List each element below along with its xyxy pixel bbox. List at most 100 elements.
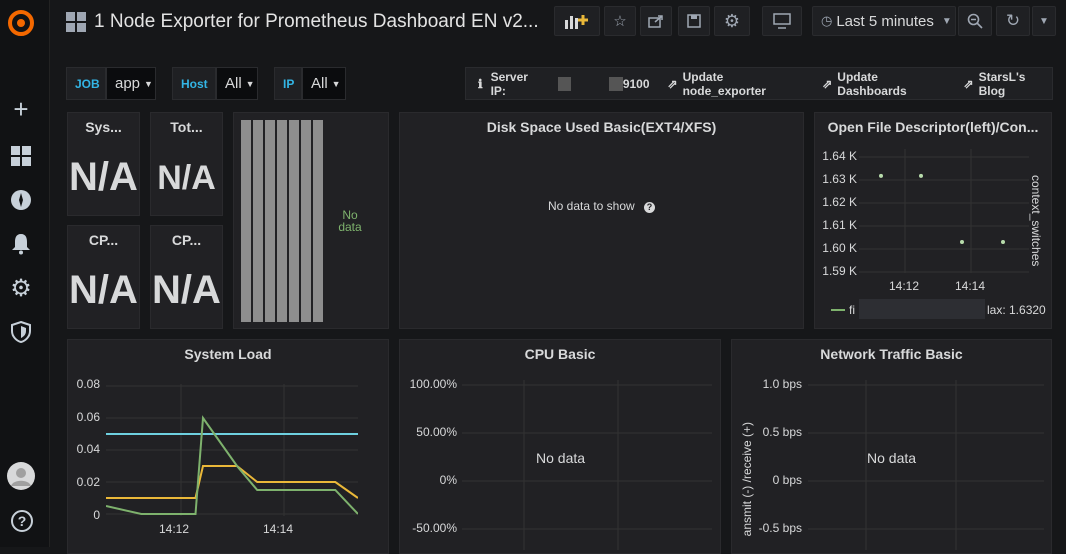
y-tick: 1.60 K	[822, 241, 857, 255]
no-data-text: No data to show	[547, 199, 635, 213]
caret-down-icon: ▼	[245, 78, 255, 89]
dashboard-title[interactable]: 1 Node Exporter for Prometheus Dashboard…	[94, 11, 539, 33]
host-variable-value: All	[225, 75, 242, 92]
external-link-icon: ⇗	[963, 76, 974, 91]
bar-gauge-panel[interactable]: No data	[233, 112, 389, 329]
blog-link[interactable]: StarsL's Blog	[979, 70, 1052, 98]
system-load-panel[interactable]: System Load 0.08 0.06 0.04 0.02 0 14:12 14:1…	[67, 339, 389, 554]
external-link-icon: ⇗	[667, 76, 678, 91]
top-navbar: 1 Node Exporter for Prometheus Dashboard…	[50, 0, 1066, 46]
question-circle-icon[interactable]: ?	[644, 202, 656, 213]
info-icon: ℹ	[478, 76, 483, 91]
no-data-label: No data	[338, 208, 362, 234]
explore-icon[interactable]	[8, 187, 34, 213]
share-icon[interactable]	[640, 6, 672, 36]
dashboard-grid-icon[interactable]	[66, 12, 86, 37]
network-traffic-panel[interactable]: Network Traffic Basic ansmit (-) /receiv…	[731, 339, 1052, 554]
y-tick: 1.62 K	[822, 195, 857, 209]
host-variable-select[interactable]: All ▼	[216, 67, 258, 100]
refresh-icon[interactable]: ↻	[996, 6, 1030, 36]
legend-max-value: lax: 1.6320	[987, 303, 1046, 317]
ip-variable-select[interactable]: All ▼	[302, 67, 346, 100]
y-tick: 1.63 K	[822, 172, 857, 186]
ip-variable-label: IP	[274, 67, 302, 100]
y-tick: 1.64 K	[822, 149, 857, 163]
gear-icon[interactable]: ⚙	[8, 275, 34, 302]
gauge-bar	[277, 120, 287, 322]
y-tick: 50.00%	[416, 425, 457, 439]
y-tick: 0%	[439, 473, 457, 487]
gauge-bar	[253, 120, 263, 322]
data-point	[960, 240, 964, 244]
gauge-bar	[241, 120, 251, 322]
y-tick: 1.0 bps	[762, 377, 802, 391]
system-load-plot	[106, 384, 358, 516]
stat-panel[interactable]: Tot... N/A	[150, 112, 223, 216]
plus-icon[interactable]: +	[8, 94, 34, 124]
dashboard-links: ℹ Server IP: 9100 ⇗ Update node_exporter…	[465, 67, 1053, 100]
y-tick: 0.08	[76, 377, 100, 391]
add-panel-button[interactable]	[554, 6, 600, 36]
x-tick: 14:12	[159, 522, 190, 536]
ofd-plot	[859, 149, 1029, 273]
disk-space-panel[interactable]: Disk Space Used Basic(EXT4/XFS) No data …	[399, 112, 804, 329]
grafana-logo-icon[interactable]	[6, 8, 36, 38]
y-tick: 0	[93, 507, 100, 522]
gauge-bar	[313, 120, 323, 322]
x-tick: 14:12	[889, 279, 920, 293]
caret-down-icon: ▼	[144, 78, 153, 89]
time-range-label: Last 5 minutes	[836, 12, 934, 30]
job-variable-label: JOB	[66, 67, 106, 100]
y-tick: 1.61 K	[822, 218, 857, 232]
server-ip-label[interactable]: Server IP:	[491, 70, 545, 98]
y-tick: -50.00%	[412, 521, 457, 535]
x-tick: 14:14	[955, 279, 986, 293]
y-tick: 1.59 K	[822, 264, 857, 278]
shield-icon[interactable]	[8, 319, 34, 345]
tv-mode-icon[interactable]	[762, 6, 802, 36]
stat-title: CP...	[88, 232, 119, 248]
y-tick: 0.04	[76, 442, 100, 457]
cpu-basic-panel[interactable]: CPU Basic 100.00% 50.00% 0% -50.00% No data	[399, 339, 721, 554]
refresh-interval-dropdown[interactable]: ▼	[1032, 6, 1056, 36]
stat-value: N/A	[157, 159, 216, 197]
avatar[interactable]	[7, 462, 35, 490]
no-data-label: No data	[867, 450, 917, 466]
caret-down-icon: ▼	[331, 78, 341, 89]
help-icon[interactable]: ?	[9, 508, 35, 534]
dashboards-icon[interactable]	[8, 143, 34, 169]
job-variable-select[interactable]: app ▼	[106, 67, 156, 100]
update-dashboards-link[interactable]: Update Dashboards	[837, 70, 945, 98]
ip-variable-value: All	[311, 75, 328, 92]
time-range-picker[interactable]: ◷ Last 5 minutes ▼	[812, 6, 956, 36]
stat-value: N/A	[69, 268, 138, 312]
open-file-descriptor-panel[interactable]: Open File Descriptor(left)/Con... 1.64 K…	[814, 112, 1052, 329]
star-icon[interactable]: ☆	[604, 6, 636, 36]
data-point	[919, 173, 923, 178]
host-variable-label: Host	[172, 67, 216, 100]
settings-gear-icon[interactable]: ⚙	[714, 6, 750, 36]
bell-icon[interactable]	[8, 231, 34, 257]
clock-icon: ◷	[821, 13, 833, 28]
stat-title: Tot...	[170, 119, 203, 135]
stat-panel[interactable]: Sys... N/A	[67, 112, 140, 216]
y-tick: 100.00%	[409, 377, 457, 391]
cpu-grid	[462, 380, 712, 550]
panel-title: System Load	[184, 346, 272, 362]
redacted-block	[859, 299, 985, 319]
save-icon[interactable]	[678, 6, 710, 36]
legend-series-name[interactable]: fi	[849, 303, 855, 317]
zoom-out-icon[interactable]	[958, 6, 992, 36]
y-tick: 0.5 bps	[762, 425, 802, 439]
y-tick: 0.06	[76, 409, 100, 424]
stat-value: N/A	[69, 155, 138, 199]
stat-value: N/A	[152, 268, 221, 312]
data-point	[1001, 240, 1005, 244]
update-node-exporter-link[interactable]: Update node_exporter	[683, 70, 805, 98]
external-link-icon: ⇗	[822, 76, 833, 91]
data-point	[879, 173, 883, 178]
redacted-block	[609, 76, 623, 91]
network-grid	[808, 380, 1044, 550]
stat-panel[interactable]: CP... N/A	[67, 225, 140, 329]
stat-panel[interactable]: CP... N/A	[150, 225, 223, 329]
